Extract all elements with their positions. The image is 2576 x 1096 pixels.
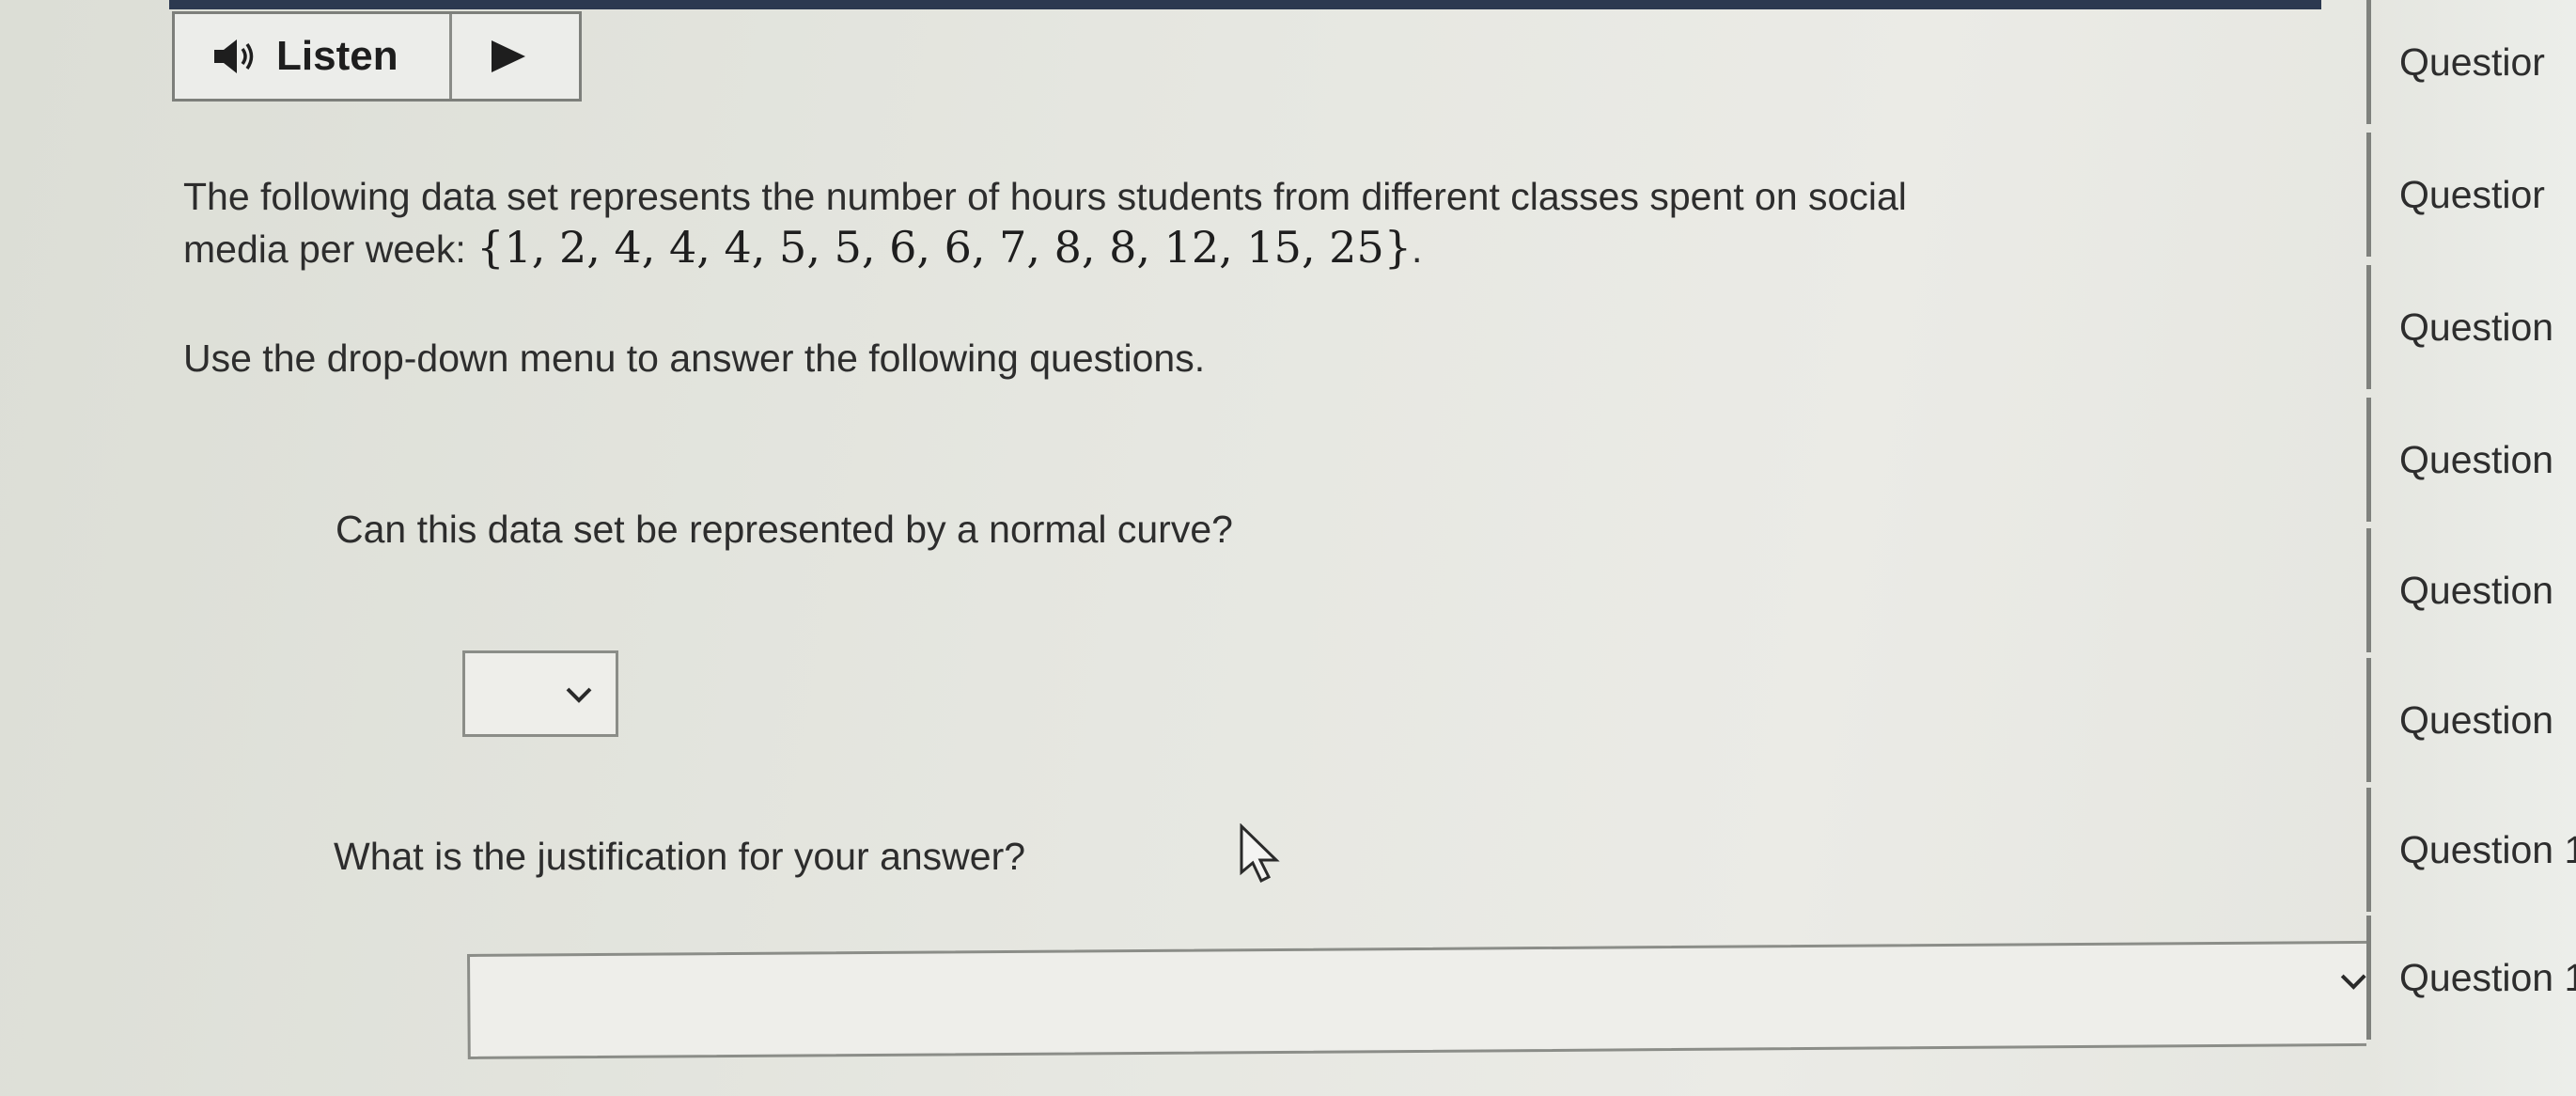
- speaker-icon: [214, 39, 254, 73]
- justification-dropdown[interactable]: [467, 940, 2409, 1059]
- nav-question-4[interactable]: Question: [2366, 398, 2576, 522]
- play-button[interactable]: [452, 14, 579, 99]
- listen-button[interactable]: Listen: [175, 14, 452, 99]
- nav-question-6[interactable]: Question: [2366, 658, 2576, 782]
- nav-question-2[interactable]: Questior: [2366, 133, 2576, 257]
- nav-question-8[interactable]: Question 1: [2366, 916, 2576, 1040]
- chevron-down-icon: [566, 687, 592, 703]
- intro-text-line1: The following data set represents the nu…: [183, 175, 1907, 218]
- nav-question-1[interactable]: Questior: [2366, 0, 2576, 124]
- nav-question-5[interactable]: Question: [2366, 528, 2576, 652]
- chevron-down-icon: [2340, 974, 2366, 990]
- top-strip: [169, 0, 2321, 9]
- normal-curve-dropdown[interactable]: [462, 650, 618, 737]
- intro-prefix: media per week:: [183, 227, 466, 271]
- intro-suffix: .: [1411, 227, 1423, 271]
- nav-question-3[interactable]: Question: [2366, 265, 2576, 389]
- listen-toolbar: Listen: [172, 11, 582, 102]
- listen-label: Listen: [276, 33, 398, 79]
- nav-question-7[interactable]: Question 1: [2366, 788, 2576, 912]
- play-icon: [492, 40, 525, 72]
- mouse-cursor-icon: [1240, 823, 1280, 884]
- question-normal-curve: Can this data set be represented by a no…: [336, 508, 1233, 551]
- data-set: {1, 2, 4, 4, 4, 5, 5, 6, 6, 7, 8, 8, 12,…: [476, 222, 1412, 273]
- instruction-text: Use the drop-down menu to answer the fol…: [183, 337, 1206, 380]
- question-justification: What is the justification for your answe…: [334, 835, 1026, 878]
- intro-text-line2: media per week: {1, 2, 4, 4, 4, 5, 5, 6,…: [183, 222, 1422, 273]
